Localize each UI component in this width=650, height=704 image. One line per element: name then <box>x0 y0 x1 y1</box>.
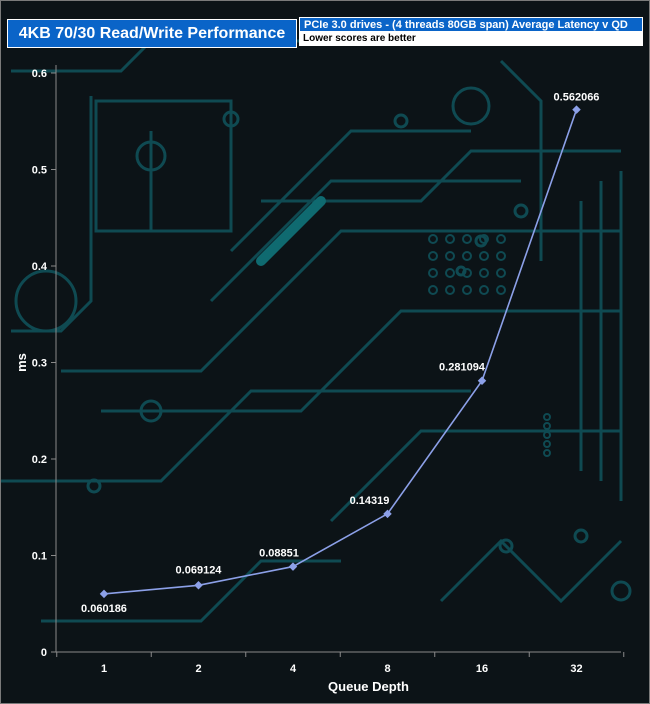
x-axis-title: Queue Depth <box>328 679 409 694</box>
x-tick-label: 8 <box>384 663 390 675</box>
data-label: 0.281094 <box>439 362 486 374</box>
chart-frame: 4KB 70/30 Read/Write Performance PCIe 3.… <box>0 0 650 704</box>
data-label: 0.14319 <box>350 495 390 507</box>
y-tick-label: 0.4 <box>32 261 48 273</box>
x-tick-label: 1 <box>101 663 107 675</box>
x-tick-label: 32 <box>570 663 582 675</box>
x-tick-label: 2 <box>195 663 201 675</box>
x-tick-label: 4 <box>290 663 297 675</box>
x-tick-label: 16 <box>476 663 488 675</box>
data-point <box>194 581 203 590</box>
y-tick-label: 0 <box>41 647 47 659</box>
data-label: 0.562066 <box>554 92 600 104</box>
data-point <box>288 562 298 571</box>
y-tick-label: 0.2 <box>32 454 47 466</box>
data-label: 0.069124 <box>176 564 223 576</box>
data-label: 0.060186 <box>81 603 127 615</box>
data-point <box>99 589 109 599</box>
data-point <box>572 105 581 114</box>
plot-area: 0 0.1 0.2 0.3 0.4 0.5 0.6 1 2 4 8 16 32 Queue Depth ms… <box>14 65 625 694</box>
y-tick-label: 0.5 <box>32 165 47 177</box>
series-line <box>103 109 578 595</box>
data-label: 0.08851 <box>259 548 299 560</box>
y-tick-label: 0.6 <box>32 68 47 80</box>
y-axis-title: ms <box>14 353 29 372</box>
y-tick-label: 0.3 <box>32 358 47 370</box>
y-tick-label: 0.1 <box>32 551 47 563</box>
